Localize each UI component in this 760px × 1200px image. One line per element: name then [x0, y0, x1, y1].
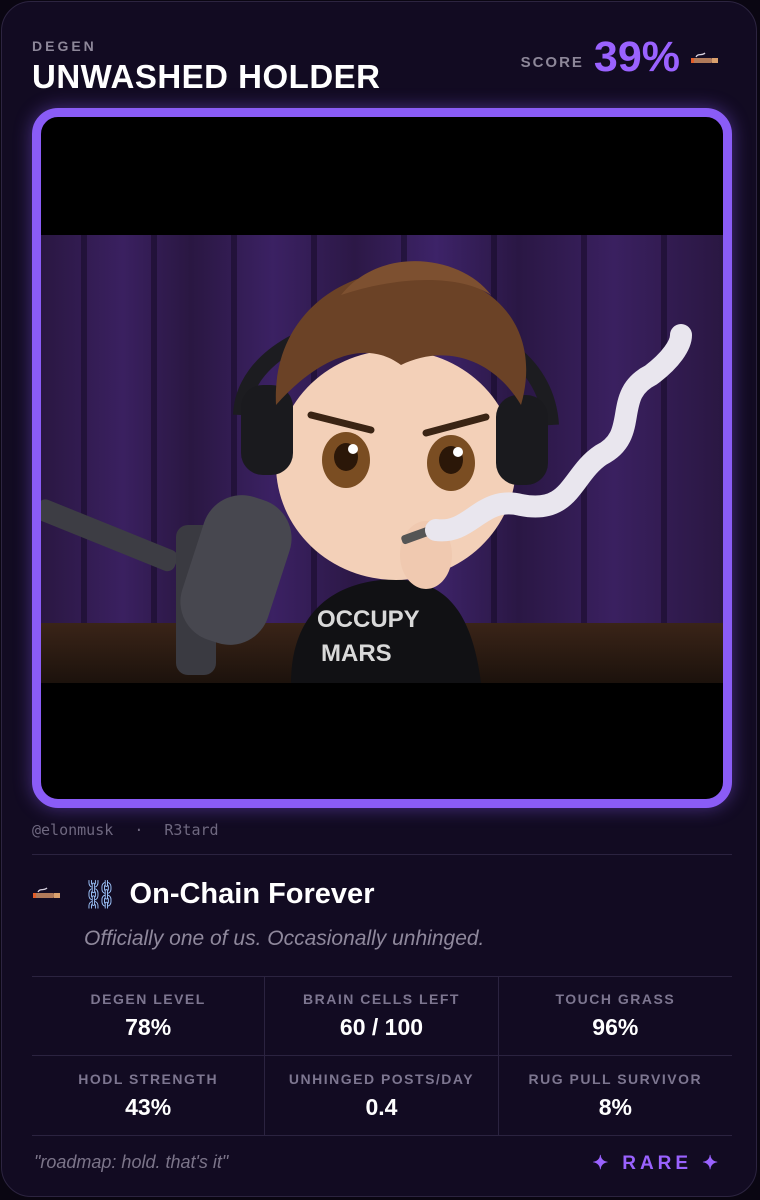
stat-label: UNHINGED POSTS/DAY	[288, 1070, 475, 1087]
owner-handle[interactable]: @elonmusk	[32, 821, 113, 839]
sparkle-icon: ✦	[702, 1153, 722, 1174]
card-kicker: DEGEN	[32, 38, 97, 54]
stat-label: HODL STRENGTH	[78, 1070, 219, 1087]
chibi-figure-illustration: OCCUPY MARS	[41, 261, 692, 683]
degen-card: DEGEN UNWASHED HOLDER SCORE 39% OCCUPY M…	[1, 1, 757, 1197]
stat-value: 8%	[598, 1093, 632, 1120]
artwork-image: OCCUPY MARS	[41, 235, 723, 683]
owner-alias: R3tard	[164, 821, 219, 839]
stat-label: DEGEN LEVEL	[90, 991, 206, 1007]
divider	[32, 854, 732, 855]
shirt-text-2: MARS	[321, 640, 392, 667]
cigarette-icon	[33, 887, 60, 898]
sparkle-icon: ✦	[592, 1153, 613, 1174]
score-value: 39%	[593, 32, 680, 81]
stat-value: 43%	[125, 1093, 172, 1120]
rarity-label: RARE	[622, 1152, 693, 1174]
meta-separator: ·	[134, 821, 144, 839]
stat-brain-cells: BRAIN CELLS LEFT 60 / 100	[265, 977, 499, 1056]
stat-degen-level: DEGEN LEVEL 78%	[32, 977, 266, 1056]
stat-label: TOUCH GRASS	[555, 991, 676, 1007]
card-title: UNWASHED HOLDER	[32, 58, 381, 95]
stat-value: 78%	[125, 1014, 172, 1040]
stat-rug-pull: RUG PULL SURVIVOR 8%	[499, 1056, 732, 1135]
stat-label: BRAIN CELLS LEFT	[302, 991, 460, 1007]
status-row: ⛓ On-Chain Forever	[32, 874, 374, 914]
stat-touch-grass: TOUCH GRASS 96%	[498, 977, 732, 1056]
stat-label: RUG PULL SURVIVOR	[528, 1070, 703, 1087]
stat-unhinged-posts: UNHINGED POSTS/DAY 0.4	[265, 1056, 499, 1135]
footer-quote: "roadmap: hold. that's it"	[34, 1152, 229, 1172]
shirt-text-1: OCCUPY	[317, 606, 420, 633]
owner-meta: @elonmusk · R3tard	[32, 821, 219, 839]
score-label: SCORE	[520, 53, 584, 71]
chain-icon: ⛓	[82, 878, 118, 910]
status-tagline: Officially one of us. Occasionally unhin…	[84, 927, 485, 950]
stat-value: 60 / 100	[339, 1014, 424, 1040]
artwork-frame: OCCUPY MARS	[32, 108, 732, 808]
rarity-badge: ✦ RARE ✦	[592, 1152, 722, 1175]
status-title: On-Chain Forever	[129, 877, 375, 910]
stats-grid: DEGEN LEVEL 78% BRAIN CELLS LEFT 60 / 10…	[32, 976, 732, 1136]
stat-value: 0.4	[365, 1093, 398, 1120]
cigarette-icon	[691, 52, 718, 63]
score-block: SCORE 39%	[521, 32, 722, 82]
stat-value: 96%	[592, 1014, 639, 1040]
stat-hodl-strength: HODL STRENGTH 43%	[32, 1056, 266, 1135]
